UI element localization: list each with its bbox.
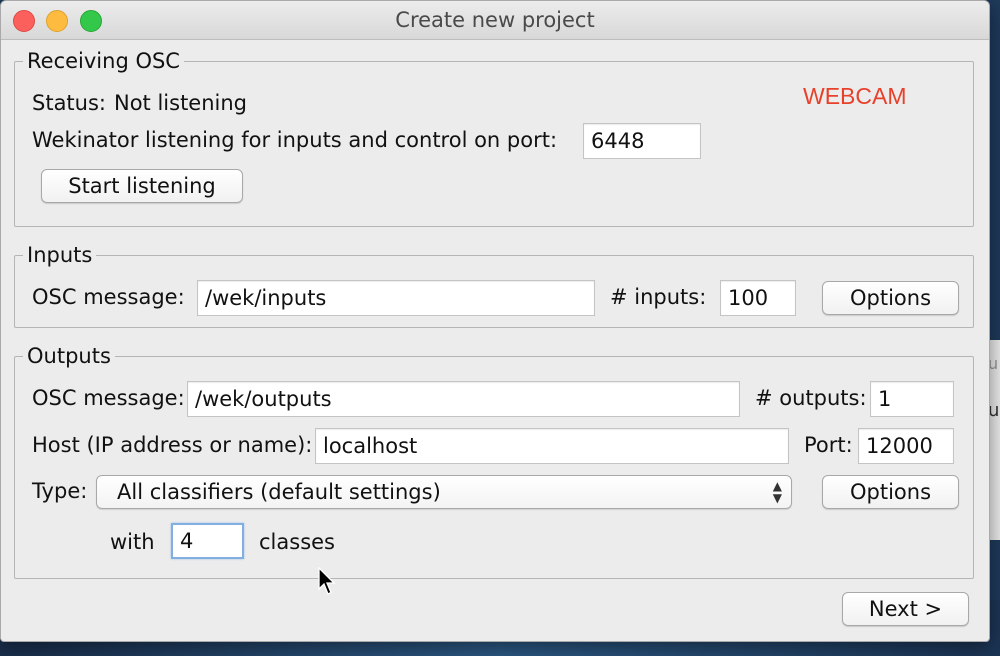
inputs-options-button[interactable]: Options xyxy=(822,281,959,315)
status-value: Not listening xyxy=(114,91,248,115)
inputs-osc-message-label: OSC message: xyxy=(32,285,185,309)
inputs-legend: Inputs xyxy=(27,243,93,267)
outputs-osc-message-input[interactable] xyxy=(187,381,740,417)
outputs-count-label: # outputs: xyxy=(755,386,867,410)
outputs-osc-message-label: OSC message: xyxy=(32,386,185,410)
inputs-count-label: # inputs: xyxy=(610,285,707,309)
create-project-dialog: Create new project Receiving OSC Status:… xyxy=(0,0,990,642)
next-button[interactable]: Next > xyxy=(842,592,969,626)
listen-port-input[interactable] xyxy=(583,123,701,159)
status-label: Status: xyxy=(32,91,106,115)
outputs-count-input[interactable] xyxy=(870,381,954,417)
num-classes-input[interactable] xyxy=(171,523,244,559)
output-port-input[interactable] xyxy=(858,428,954,464)
webcam-annotation: WEBCAM xyxy=(803,83,907,109)
model-type-select[interactable]: All classifiers (default settings) ▲ ▼ xyxy=(96,475,792,509)
host-label: Host (IP address or name): xyxy=(32,433,313,457)
output-port-label: Port: xyxy=(804,433,853,457)
window-title: Create new project xyxy=(395,8,595,32)
model-type-selected-value: All classifiers (default settings) xyxy=(117,480,441,504)
mouse-cursor-icon xyxy=(318,567,336,595)
outputs-legend: Outputs xyxy=(27,344,111,368)
with-label: with xyxy=(110,530,155,554)
listen-port-label: Wekinator listening for inputs and contr… xyxy=(32,128,558,152)
type-label: Type: xyxy=(32,479,88,503)
inputs-count-input[interactable] xyxy=(720,280,796,316)
receiving-osc-legend: Receiving OSC xyxy=(27,49,180,73)
host-input[interactable] xyxy=(315,428,789,464)
title-bar: Create new project xyxy=(1,1,989,40)
inputs-osc-message-input[interactable] xyxy=(197,280,595,316)
outputs-options-button[interactable]: Options xyxy=(822,475,959,509)
classes-label: classes xyxy=(259,530,335,554)
start-listening-button[interactable]: Start listening xyxy=(41,169,243,203)
select-arrows-icon: ▲ ▼ xyxy=(772,479,782,505)
